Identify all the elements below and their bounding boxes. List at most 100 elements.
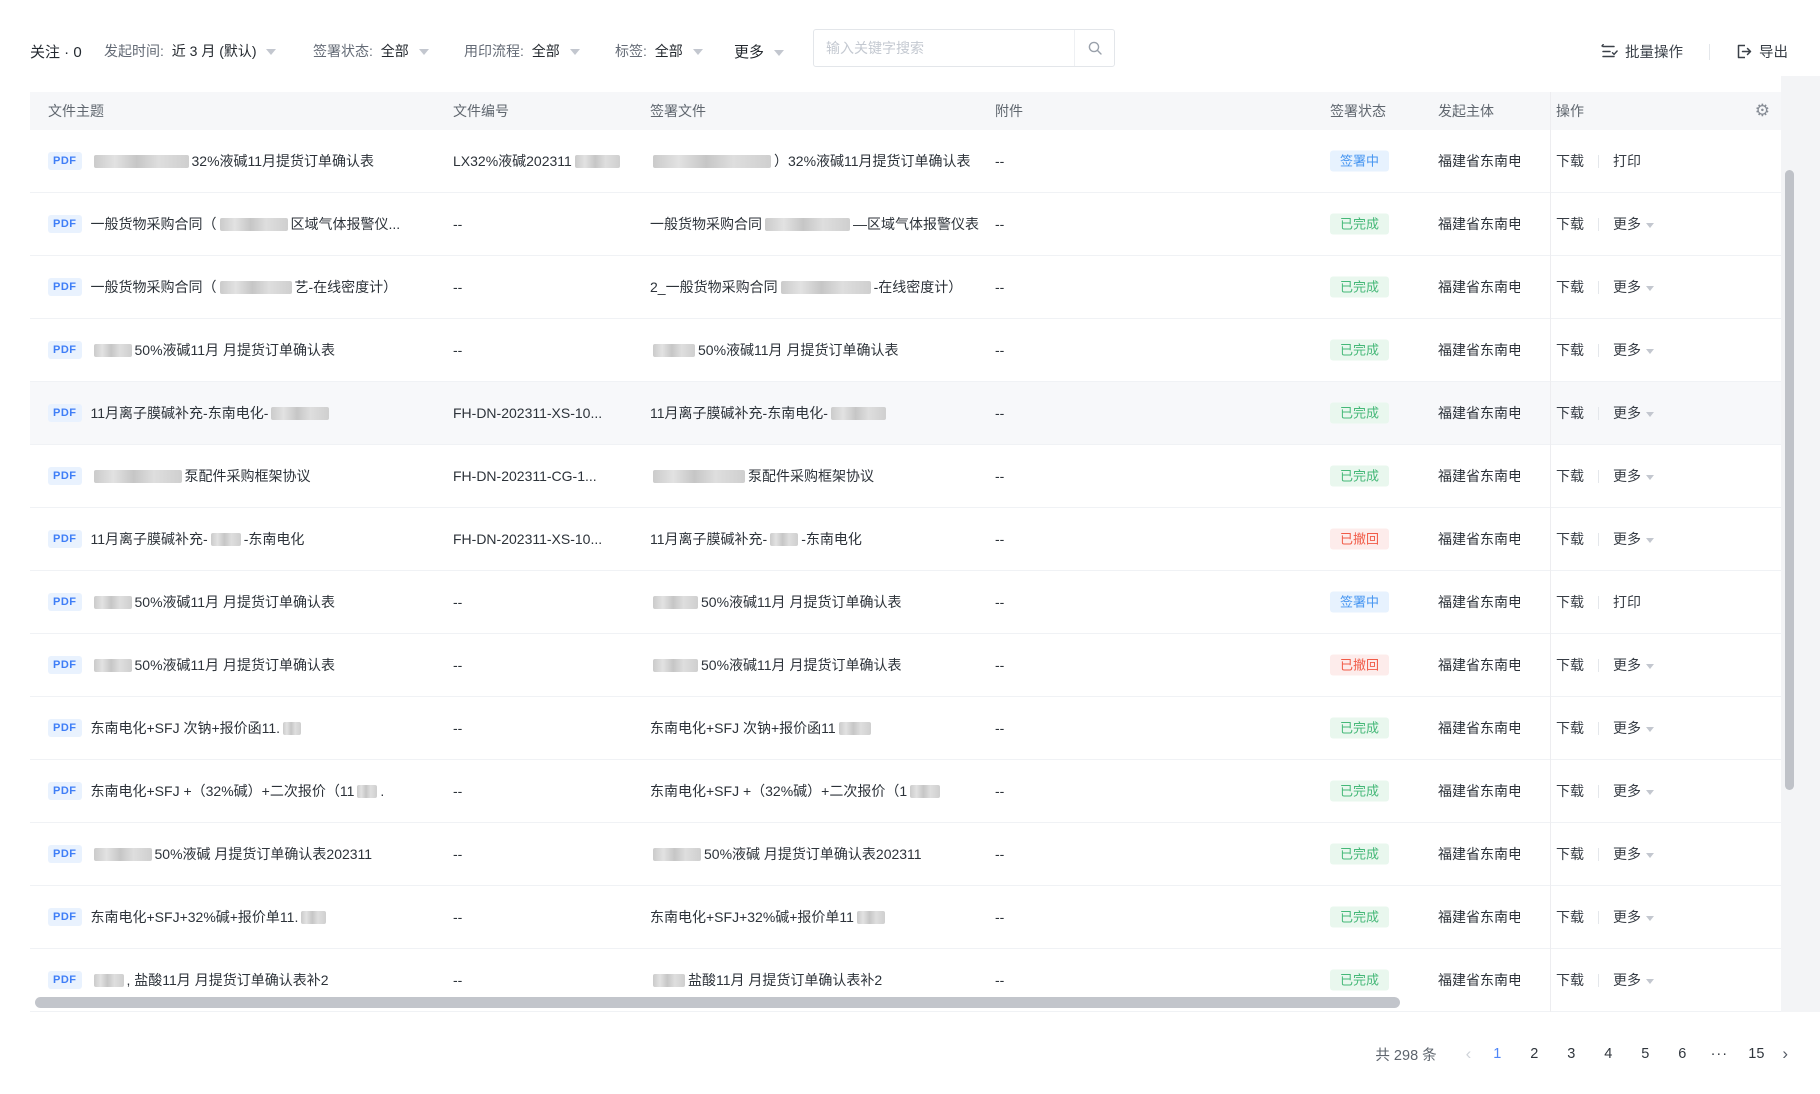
- page-number[interactable]: 5: [1634, 1040, 1656, 1068]
- cell-doc-no: --: [453, 216, 638, 232]
- more-link[interactable]: 更多: [1613, 846, 1654, 862]
- cell-doc-no: --: [453, 720, 638, 736]
- page-number[interactable]: 1: [1486, 1040, 1508, 1068]
- more-link[interactable]: 更多: [1613, 342, 1654, 358]
- table-row[interactable]: PDF东南电化+SFJ+32%碱+报价单11.--东南电化+SFJ+32%碱+报…: [30, 886, 1790, 949]
- download-link[interactable]: 下载: [1556, 531, 1584, 547]
- export-button[interactable]: 导出: [1736, 41, 1788, 62]
- page-ellipsis[interactable]: ···: [1708, 1040, 1730, 1068]
- cell-attachment: --: [995, 720, 1004, 736]
- more-link[interactable]: 更多: [1613, 216, 1654, 232]
- filter-initiate-time[interactable]: 发起时间: 近 3 月 (默认): [104, 41, 276, 61]
- table-row[interactable]: PDF 50%液碱11月 月提货订单确认表-- 50%液碱11月 月提货订单确认…: [30, 319, 1790, 382]
- table-row[interactable]: PDF一般货物采购合同（区域气体报警仪...--一般货物采购合同 —区域气体报警…: [30, 193, 1790, 256]
- download-link[interactable]: 下载: [1556, 594, 1584, 610]
- page-number[interactable]: 2: [1523, 1040, 1545, 1068]
- download-link[interactable]: 下载: [1556, 657, 1584, 673]
- table-row[interactable]: PDF 50%液碱11月 月提货订单确认表--50%液碱11月 月提货订单确认表…: [30, 634, 1790, 697]
- table-row[interactable]: PDF东南电化+SFJ 次钠+报价函11.--东南电化+SFJ 次钠+报价函11…: [30, 697, 1790, 760]
- page-number[interactable]: 4: [1597, 1040, 1619, 1068]
- pdf-badge: PDF: [48, 404, 82, 422]
- status-badge: 已撤回: [1330, 655, 1389, 676]
- cell-sign-file: 11月离子膜碱补充-东南电化-: [650, 403, 985, 423]
- search-button[interactable]: [1074, 30, 1114, 66]
- table-row[interactable]: PDF东南电化+SFJ +（32%碱）+二次报价（11.--东南电化+SFJ +…: [30, 760, 1790, 823]
- fixed-column-shadow: [1550, 92, 1551, 1012]
- more-link[interactable]: 更多: [1613, 972, 1654, 988]
- download-link[interactable]: 下载: [1556, 846, 1584, 862]
- redacted-blur: [857, 911, 885, 924]
- col-header-doc-no: 文件编号: [453, 92, 509, 130]
- cell-status: 已完成: [1330, 214, 1389, 235]
- status-badge: 已完成: [1330, 781, 1389, 802]
- more-link[interactable]: 更多: [1613, 405, 1654, 421]
- cell-subject: PDF, 盐酸11月 月提货订单确认表补2: [48, 970, 448, 990]
- redacted-blur: [575, 155, 620, 168]
- cell-subject: PDF11月离子膜碱补充--东南电化: [48, 529, 448, 549]
- batch-actions-button[interactable]: 批量操作: [1601, 41, 1683, 62]
- filter-more[interactable]: 更多: [734, 41, 784, 62]
- more-link[interactable]: 更多: [1613, 783, 1654, 799]
- watch-filter[interactable]: 关注 · 0: [30, 41, 82, 62]
- column-settings-gear-icon[interactable]: ⚙: [1755, 92, 1770, 130]
- cell-initiator: 福建省东南电化: [1438, 592, 1520, 612]
- redacted-blur: [94, 596, 132, 609]
- more-link[interactable]: 更多: [1613, 279, 1654, 295]
- filter-seal-flow[interactable]: 用印流程: 全部: [464, 41, 580, 61]
- cell-text: 泵配件采购框架协议: [185, 466, 311, 486]
- download-link[interactable]: 下载: [1556, 279, 1584, 295]
- vertical-scrollbar[interactable]: [1785, 170, 1794, 790]
- redacted-blur: [770, 533, 798, 546]
- cell-sign-file: 11月离子膜碱补充--东南电化: [650, 529, 985, 549]
- download-link[interactable]: 下载: [1556, 783, 1584, 799]
- filter-tag[interactable]: 标签: 全部: [615, 41, 703, 61]
- cell-doc-no: FH-DN-202311-CG-1...: [453, 468, 638, 484]
- cell-text: 50%液碱11月 月提货订单确认表: [135, 592, 335, 612]
- action-divider: [1598, 470, 1599, 483]
- print-link[interactable]: 打印: [1613, 153, 1641, 169]
- more-link[interactable]: 更多: [1613, 531, 1654, 547]
- download-link[interactable]: 下载: [1556, 972, 1584, 988]
- cell-text: --: [453, 342, 462, 358]
- filter-sign-status[interactable]: 签署状态: 全部: [313, 41, 429, 61]
- page-number[interactable]: 3: [1560, 1040, 1582, 1068]
- more-link[interactable]: 更多: [1613, 720, 1654, 736]
- table-row[interactable]: PDF32%液碱11月提货订单确认表LX32%液碱202311）32%液碱11月…: [30, 130, 1790, 193]
- download-link[interactable]: 下载: [1556, 720, 1584, 736]
- table-row[interactable]: PDF泵配件采购框架协议FH-DN-202311-CG-1...泵配件采购框架协…: [30, 445, 1790, 508]
- next-page-icon[interactable]: ›: [1782, 1040, 1788, 1068]
- cell-attachment: --: [995, 531, 1004, 547]
- pdf-badge: PDF: [48, 467, 82, 485]
- batch-actions-label: 批量操作: [1625, 41, 1683, 62]
- more-link[interactable]: 更多: [1613, 909, 1654, 925]
- cell-sign-file: 50%液碱 月提货订单确认表202311: [650, 844, 985, 864]
- table-row[interactable]: PDF 50%液碱 月提货订单确认表202311-- 50%液碱 月提货订单确认…: [30, 823, 1790, 886]
- table-row[interactable]: PDF一般货物采购合同（艺-在线密度计）--2_一般货物采购合同 -在线密度计）…: [30, 256, 1790, 319]
- table-row[interactable]: PDF 50%液碱11月 月提货订单确认表--50%液碱11月 月提货订单确认表…: [30, 571, 1790, 634]
- cell-actions: 下载 打印: [1556, 592, 1776, 612]
- table-row[interactable]: PDF11月离子膜碱补充--东南电化FH-DN-202311-XS-10...1…: [30, 508, 1790, 571]
- more-link[interactable]: 更多: [1613, 468, 1654, 484]
- more-link[interactable]: 更多: [1613, 657, 1654, 673]
- cell-status: 已完成: [1330, 466, 1389, 487]
- download-link[interactable]: 下载: [1556, 909, 1584, 925]
- table-row[interactable]: PDF11月离子膜碱补充-东南电化-FH-DN-202311-XS-10...1…: [30, 382, 1790, 445]
- search-box: [813, 29, 1115, 67]
- search-input[interactable]: [814, 40, 1074, 56]
- download-link[interactable]: 下载: [1556, 216, 1584, 232]
- download-link[interactable]: 下载: [1556, 342, 1584, 358]
- page-number[interactable]: 6: [1671, 1040, 1693, 1068]
- download-link[interactable]: 下载: [1556, 468, 1584, 484]
- download-link[interactable]: 下载: [1556, 405, 1584, 421]
- horizontal-scrollbar[interactable]: [35, 997, 1400, 1008]
- print-link[interactable]: 打印: [1613, 594, 1641, 610]
- prev-page-icon[interactable]: ‹: [1466, 1040, 1472, 1068]
- download-link[interactable]: 下载: [1556, 153, 1584, 169]
- cell-initiator: 福建省东南电化: [1438, 781, 1520, 801]
- page-number[interactable]: 15: [1745, 1040, 1767, 1068]
- cell-text: 东南电化+SFJ +（32%碱）+二次报价（11: [91, 781, 355, 801]
- cell-text: 盐酸11月 月提货订单确认表补2: [688, 970, 882, 990]
- cell-doc-no: --: [453, 657, 638, 673]
- cell-text: 东南电化+SFJ +（32%碱）+二次报价（1: [650, 781, 907, 801]
- cell-text: .: [380, 783, 384, 799]
